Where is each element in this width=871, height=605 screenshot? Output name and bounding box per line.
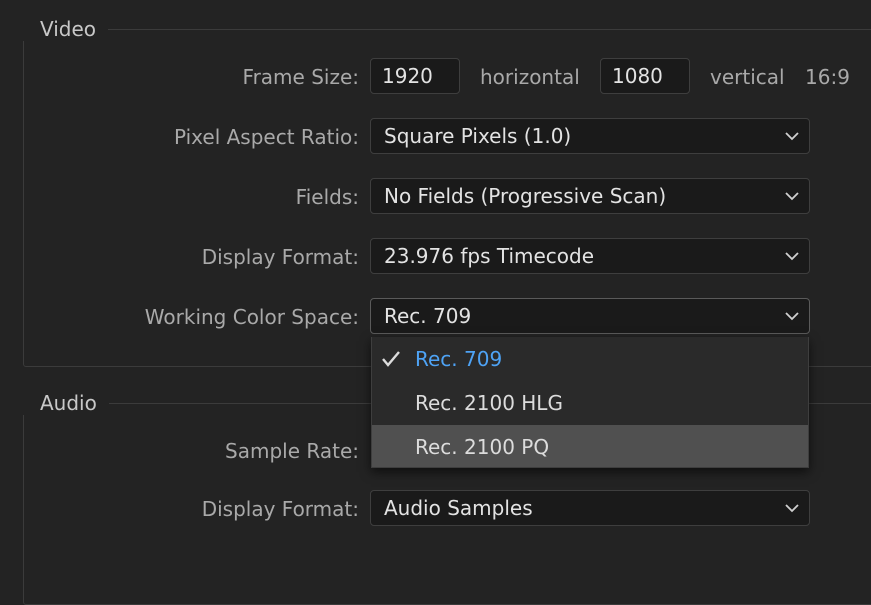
chevron-down-icon (785, 132, 799, 141)
fields-label: Fields: (295, 185, 359, 209)
audio-display-format-label: Display Format: (201, 497, 359, 521)
pixel-aspect-ratio-value: Square Pixels (1.0) (384, 124, 572, 148)
frame-size-label: Frame Size: (242, 65, 359, 89)
frame-height-input[interactable]: 1080 (600, 58, 690, 94)
vertical-label: vertical (710, 65, 785, 89)
audio-section-title: Audio (23, 391, 109, 415)
chevron-down-icon (785, 504, 799, 513)
working-color-space-label: Working Color Space: (144, 305, 359, 329)
working-color-space-value: Rec. 709 (384, 304, 472, 328)
video-section-title: Video (23, 17, 109, 41)
video-display-format-select[interactable]: 23.976 fps Timecode (370, 238, 810, 274)
fields-value: No Fields (Progressive Scan) (384, 184, 667, 208)
working-color-space-select[interactable]: Rec. 709 (370, 298, 810, 334)
menu-option-rec2100-pq[interactable]: Rec. 2100 PQ (372, 425, 808, 467)
video-display-format-value: 23.976 fps Timecode (384, 244, 595, 268)
menu-option-rec709[interactable]: Rec. 709 (372, 337, 808, 381)
audio-display-format-value: Audio Samples (384, 496, 533, 520)
working-color-space-menu: Rec. 709 Rec. 2100 HLG Rec. 2100 PQ (371, 337, 809, 468)
frame-width-input[interactable]: 1920 (370, 58, 460, 94)
horizontal-label: horizontal (480, 65, 580, 89)
menu-option-label: Rec. 2100 HLG (415, 391, 563, 415)
audio-display-format-select[interactable]: Audio Samples (370, 490, 810, 526)
sample-rate-label: Sample Rate: (225, 439, 359, 463)
chevron-down-icon (785, 312, 799, 321)
video-display-format-label: Display Format: (201, 245, 359, 269)
fields-select[interactable]: No Fields (Progressive Scan) (370, 178, 810, 214)
pixel-aspect-ratio-label: Pixel Aspect Ratio: (174, 125, 359, 149)
chevron-down-icon (785, 192, 799, 201)
chevron-down-icon (785, 252, 799, 261)
checkmark-icon (382, 351, 400, 367)
menu-option-rec2100-hlg[interactable]: Rec. 2100 HLG (372, 381, 808, 425)
pixel-aspect-ratio-select[interactable]: Square Pixels (1.0) (370, 118, 810, 154)
menu-option-label: Rec. 2100 PQ (415, 435, 550, 459)
aspect-ratio-value: 16:9 (805, 65, 850, 89)
menu-option-label: Rec. 709 (415, 347, 503, 371)
